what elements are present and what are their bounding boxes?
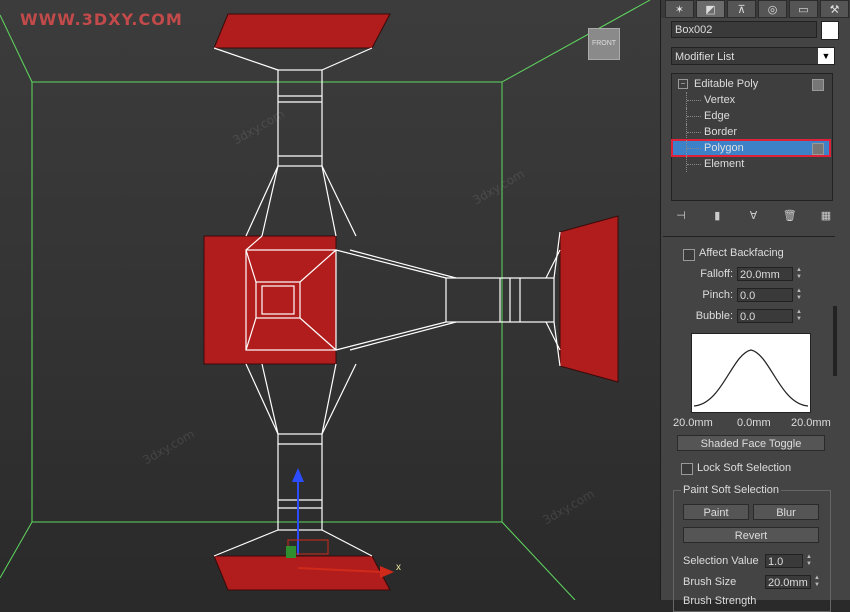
blur-button[interactable]: Blur [753,504,819,520]
stack-item-label: Edge [704,110,730,122]
viewcube[interactable]: FRONT [588,28,620,60]
stack-item-border[interactable]: Border [672,124,830,140]
perspective-viewport[interactable]: WWW.3DXY.COM x 3dxy.com 3dxy.com 3dxy.co… [0,0,660,600]
motion-tab-icon[interactable]: ◎ [758,0,787,18]
modifier-list-label: Modifier List [675,51,735,63]
lock-soft-selection-checkbox[interactable] [681,463,693,475]
modify-tab-icon[interactable]: ◩ [696,0,725,18]
spinner-arrows-icon[interactable]: ▲ ▼ [795,288,803,302]
stack-item-editable-poly[interactable]: − Editable Poly [672,76,830,92]
spinner-arrows-icon[interactable]: ▲ ▼ [795,267,803,281]
collapse-icon[interactable]: − [678,79,688,89]
scrollbar-thumb[interactable] [833,306,837,376]
paint-group-label: Paint Soft Selection [681,484,782,496]
pinch-label: Pinch: [702,289,733,301]
pinch-input[interactable]: 0.0 [737,288,793,302]
stack-item-label: Element [704,158,745,170]
tree-connector [686,140,703,156]
affect-backfacing-label: Affect Backfacing [699,247,784,259]
stack-item-label: Vertex [704,94,736,106]
create-tab-icon[interactable]: ✶ [665,0,694,18]
tree-connector [686,92,703,108]
tree-connector [686,124,703,140]
falloff-label: Falloff: [700,268,733,280]
stack-item-label: Border [704,126,738,138]
stack-item-label: Editable Poly [694,78,759,90]
object-color-swatch[interactable] [821,21,839,40]
spinner-arrows-icon[interactable]: ▲ ▼ [795,309,803,323]
stack-item-polygon[interactable]: Polygon [671,139,831,157]
spinner-arrows-icon[interactable]: ▲ ▼ [805,554,813,568]
curve-right-label: 20.0mm [791,417,831,429]
selection-value-input[interactable]: 1.0 [765,554,803,568]
soft-selection-rollout: Affect Backfacing Falloff: 20.0mm ▲ ▼ Pin… [663,236,835,612]
light-bulb-icon[interactable] [812,79,824,91]
make-unique-icon[interactable]: ∀ [744,208,764,224]
selection-value-label: Selection Value [683,555,759,567]
subobject-indicator-icon [812,143,824,155]
stack-item-edge[interactable]: Edge [672,108,830,124]
chevron-down-icon[interactable]: ▼ [818,48,834,64]
object-name-field[interactable]: Box002 [671,21,817,38]
brush-strength-label: Brush Strength [683,595,757,607]
affect-backfacing-checkbox[interactable] [683,249,695,261]
paint-button[interactable]: Paint [683,504,749,520]
shaded-face-toggle-button[interactable]: Shaded Face Toggle [677,435,825,451]
modifier-list-dropdown[interactable]: Modifier List ▼ [671,47,835,65]
bubble-input[interactable]: 0.0 [737,309,793,323]
selected-polygons[interactable] [203,13,619,591]
command-panel-scrollbar[interactable] [833,236,839,376]
brush-size-label: Brush Size [683,576,737,588]
stack-item-element[interactable]: Element [672,156,830,172]
spinner-arrows-icon[interactable]: ▲ ▼ [813,575,821,589]
tree-connector [686,156,703,172]
remove-modifier-icon[interactable]: 🗑 [780,208,800,224]
revert-button[interactable]: Revert [683,527,819,543]
display-tab-icon[interactable]: ▭ [789,0,818,18]
curve-left-label: 20.0mm [673,417,713,429]
utilities-tab-icon[interactable]: ⚒ [820,0,849,18]
modifier-stack: − Editable Poly Vertex Edge Border Polyg… [671,73,833,201]
command-panel: ✶ ◩ ⊼ ◎ ▭ ⚒ Box002 Modifier List ▼ − Edi… [660,0,850,612]
gizmo-x-label: x [396,562,401,573]
stack-item-label: Polygon [704,142,744,154]
stack-toolbar: ⊣ ▮ ∀ 🗑 ▦ [671,208,836,226]
bubble-label: Bubble: [695,310,733,322]
tree-connector [686,108,703,124]
brush-size-input[interactable]: 20.0mm [765,575,811,589]
hierarchy-tab-icon[interactable]: ⊼ [727,0,756,18]
falloff-input[interactable]: 20.0mm [737,267,793,281]
command-panel-tabs: ✶ ◩ ⊼ ◎ ▭ ⚒ [661,0,850,18]
falloff-curve-graph [691,333,811,413]
pin-stack-icon[interactable]: ⊣ [671,208,691,224]
lock-soft-selection-label: Lock Soft Selection [697,462,792,474]
curve-mid-label: 0.0mm [737,417,771,429]
show-end-result-icon[interactable]: ▮ [707,208,727,224]
stack-item-vertex[interactable]: Vertex [672,92,830,108]
configure-sets-icon[interactable]: ▦ [816,208,836,224]
